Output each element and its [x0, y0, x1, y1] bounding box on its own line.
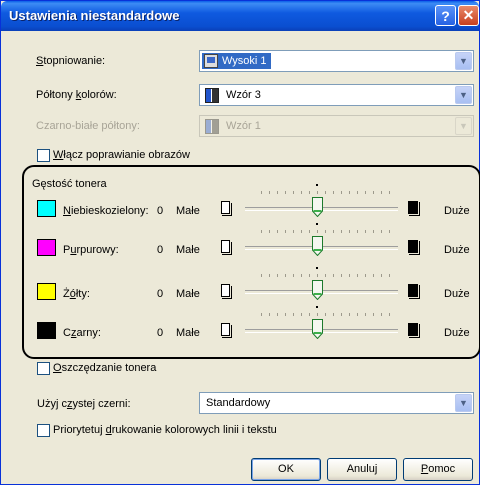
- light-density-icon: [221, 284, 232, 299]
- dark-density-icon: [408, 284, 420, 299]
- bw-halftone-value: Wzór 1: [226, 120, 261, 132]
- pure-black-select[interactable]: Standardowy ▼: [199, 392, 474, 414]
- cyan-high-label: Duże: [444, 205, 470, 217]
- image-refinement-label[interactable]: Włącz poprawianie obrazów: [53, 149, 190, 161]
- dark-density-icon: [408, 201, 420, 216]
- chevron-down-icon[interactable]: ▼: [455, 86, 472, 104]
- black-slider-thumb[interactable]: [312, 319, 323, 339]
- halftone-icon: [204, 54, 218, 68]
- cyan-low-label: Małe: [176, 205, 200, 217]
- black-label: Czarny:: [63, 327, 101, 339]
- yellow-low-label: Małe: [176, 288, 200, 300]
- center-marker: [316, 184, 318, 186]
- toner-save-label[interactable]: Oszczędzanie tonera: [53, 362, 156, 374]
- ok-button[interactable]: OK: [251, 458, 321, 481]
- black-value: 0: [157, 327, 164, 339]
- cyan-label: Niebieskozielony:: [63, 205, 149, 217]
- center-marker: [316, 306, 318, 308]
- help-icon[interactable]: ?: [435, 5, 456, 26]
- chevron-down-icon: ▼: [455, 117, 472, 135]
- magenta-slider-thumb[interactable]: [312, 236, 323, 256]
- black-low-label: Małe: [176, 327, 200, 339]
- yellow-slider-thumb[interactable]: [312, 280, 323, 300]
- toner-save-checkbox[interactable]: [37, 362, 50, 375]
- cyan-slider-ticks: [261, 191, 390, 194]
- close-icon[interactable]: ✕: [458, 5, 479, 26]
- dark-density-icon: [408, 240, 420, 255]
- pure-black-label: Użyj czystej czerni:: [37, 398, 131, 410]
- center-marker: [316, 267, 318, 269]
- cyan-swatch: [37, 200, 56, 217]
- cyan-value: 0: [157, 205, 164, 217]
- dark-density-icon: [408, 323, 420, 338]
- pure-black-value: Standardowy: [206, 397, 271, 409]
- center-marker: [316, 223, 318, 225]
- black-high-label: Duże: [444, 327, 470, 339]
- light-density-icon: [221, 323, 232, 338]
- yellow-swatch: [37, 283, 56, 300]
- magenta-value: 0: [157, 244, 164, 256]
- chevron-down-icon[interactable]: ▼: [455, 52, 472, 70]
- halftone-select[interactable]: Wysoki 1 ▼: [199, 50, 474, 72]
- halftone-label: Stopniowanie:: [36, 55, 106, 67]
- light-density-icon: [221, 201, 232, 216]
- yellow-high-label: Duże: [444, 288, 470, 300]
- yellow-slider-ticks: [261, 274, 390, 277]
- magenta-high-label: Duże: [444, 244, 470, 256]
- magenta-swatch: [37, 239, 56, 256]
- bw-halftone-label: Czarno-białe półtony:: [36, 120, 140, 132]
- color-halftone-value: Wzór 3: [226, 89, 261, 101]
- black-slider-ticks: [261, 313, 390, 316]
- custom-settings-dialog: Ustawienia niestandardowe ? ✕ Stopniowan…: [0, 0, 480, 485]
- light-density-icon: [221, 240, 232, 255]
- yellow-value: 0: [157, 288, 164, 300]
- prioritize-checkbox[interactable]: [37, 424, 50, 437]
- toner-density-title: Gęstość tonera: [32, 178, 107, 190]
- cancel-button[interactable]: Anuluj: [327, 458, 397, 481]
- image-refinement-checkbox[interactable]: [37, 149, 50, 162]
- help-button[interactable]: Pomoc: [403, 458, 473, 481]
- yellow-label: Żółty:: [63, 288, 90, 300]
- magenta-slider-ticks: [261, 230, 390, 233]
- magenta-low-label: Małe: [176, 244, 200, 256]
- bw-halftone-select: Wzór 1 ▼: [199, 115, 474, 137]
- color-halftone-select[interactable]: Wzór 3 ▼: [199, 84, 474, 106]
- title-bar[interactable]: Ustawienia niestandardowe ? ✕: [1, 1, 479, 31]
- window-title: Ustawienia niestandardowe: [9, 8, 180, 23]
- prioritize-label[interactable]: Priorytetuj drukowanie kolorowych linii …: [53, 424, 277, 436]
- cyan-slider-thumb[interactable]: [312, 197, 323, 217]
- magenta-label: Purpurowy:: [63, 244, 119, 256]
- chevron-down-icon[interactable]: ▼: [455, 394, 472, 412]
- black-swatch: [37, 322, 56, 339]
- color-halftone-label: Półtony kolorów:: [36, 89, 117, 101]
